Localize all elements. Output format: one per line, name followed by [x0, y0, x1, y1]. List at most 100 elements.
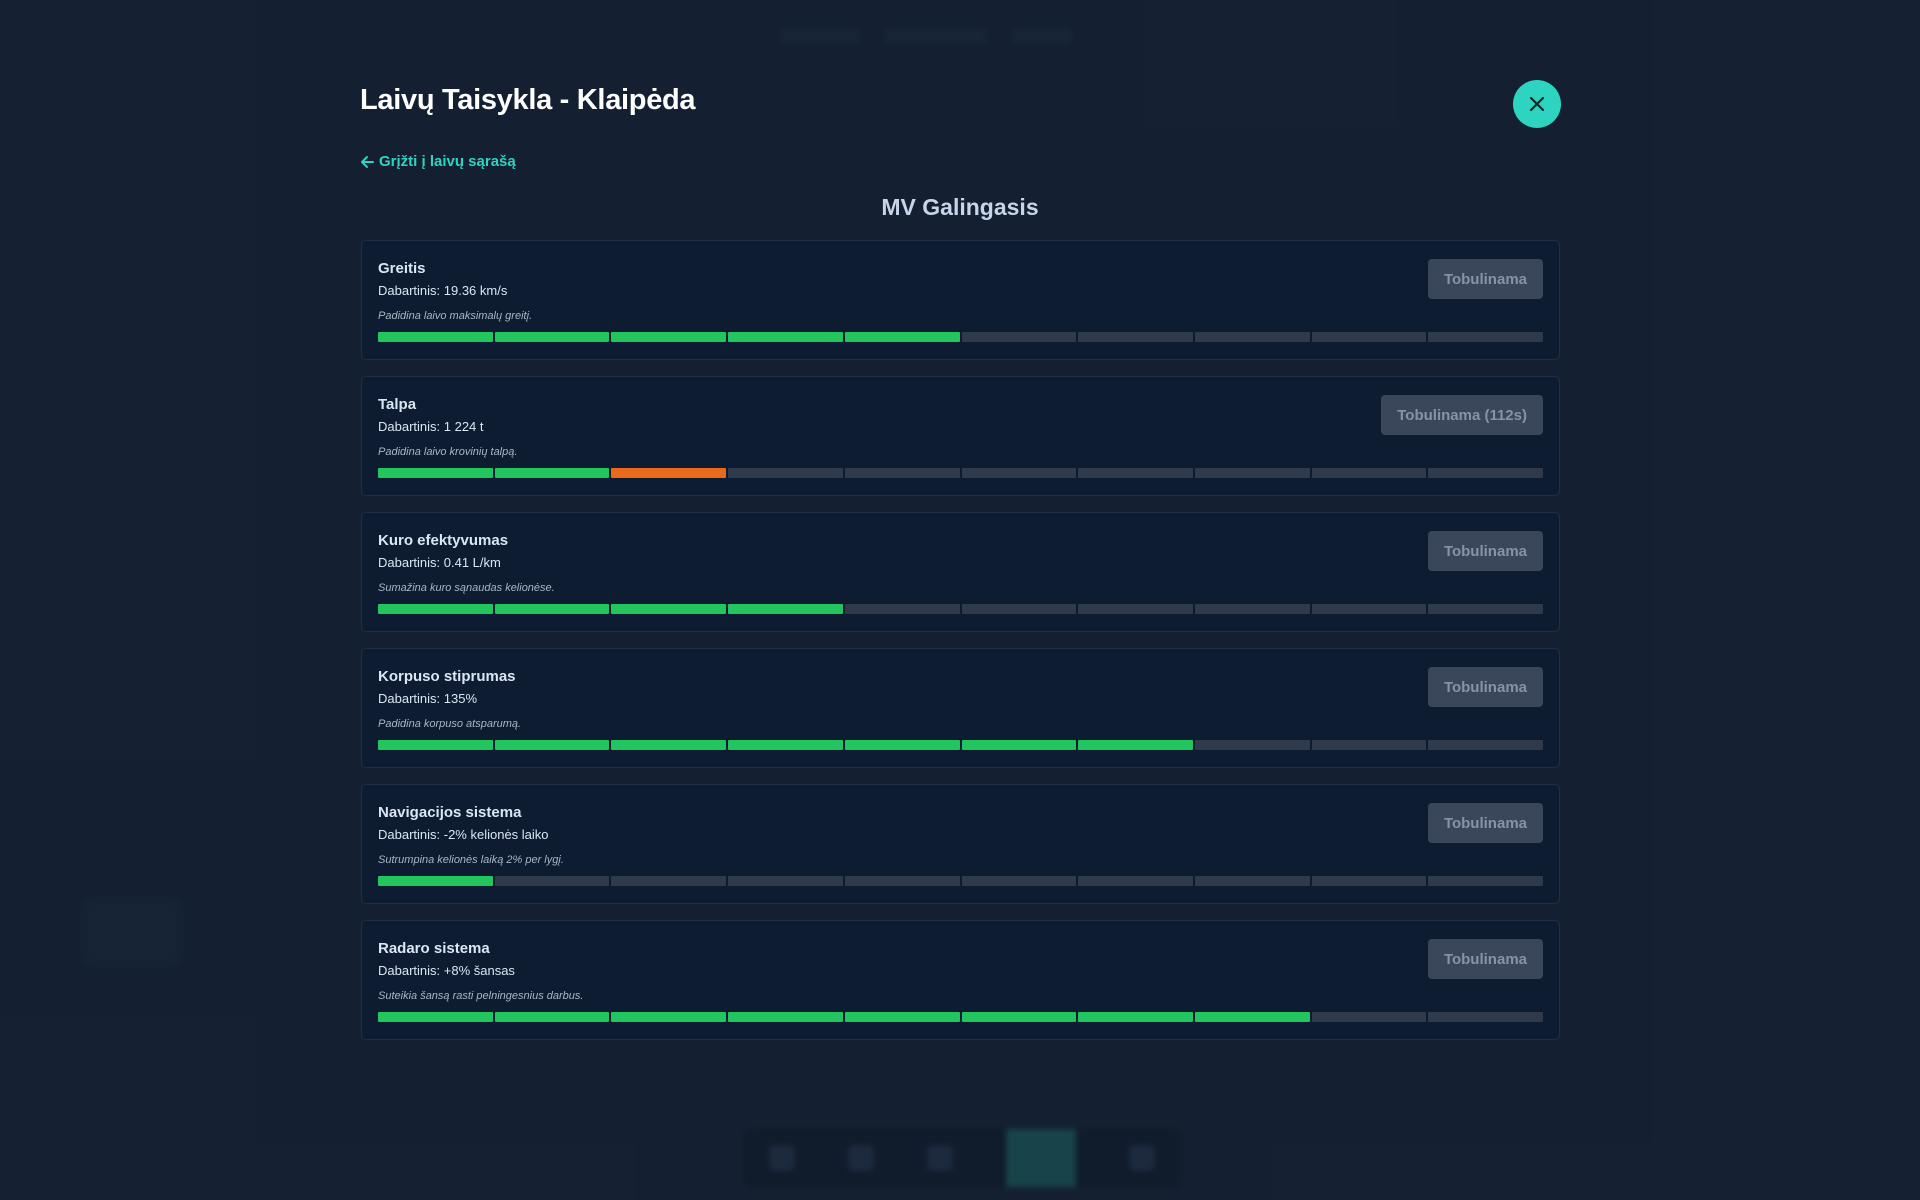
- level-segment-complete: [494, 1012, 610, 1022]
- level-segment-empty: [1428, 876, 1544, 886]
- level-segment-complete: [378, 740, 493, 750]
- upgrade-name: Navigacijos sistema: [378, 804, 522, 821]
- level-segment-empty: [1194, 468, 1310, 478]
- level-segment-complete: [844, 1012, 960, 1022]
- close-icon: [1529, 96, 1545, 112]
- level-segment-empty: [1428, 604, 1544, 614]
- upgrade-current-value: Dabartinis: 0.41 L/km: [378, 555, 501, 570]
- upgrade-name: Greitis: [378, 260, 426, 277]
- back-to-ship-list-link[interactable]: Grįžti į laivų sąrašą: [360, 153, 516, 170]
- upgrade-card-4: Navigacijos sistema Dabartinis: -2% keli…: [361, 784, 1560, 904]
- upgrade-button[interactable]: Tobulinama: [1427, 803, 1543, 843]
- level-segment-complete: [1194, 1012, 1310, 1022]
- shipyard-modal: Laivų Taisykla - Klaipėda Grįžti į laivų…: [360, 0, 1561, 1200]
- upgrade-list: Greitis Dabartinis: 19.36 km/s Padidina …: [361, 240, 1560, 1056]
- level-segment-empty: [961, 604, 1077, 614]
- level-segment-in-progress: [611, 468, 727, 478]
- upgrade-description: Suteikia šansą rasti pelningesnius darbu…: [378, 990, 584, 1002]
- upgrade-level-bar: [378, 876, 1544, 886]
- level-segment-empty: [1194, 740, 1310, 750]
- upgrade-level-bar: [378, 740, 1544, 750]
- level-segment-complete: [611, 604, 727, 614]
- upgrade-card-1: Talpa Dabartinis: 1 224 t Padidina laivo…: [361, 376, 1560, 496]
- level-segment-empty: [1428, 468, 1544, 478]
- level-segment-complete: [844, 332, 960, 342]
- level-segment-complete: [494, 332, 610, 342]
- level-segment-complete: [728, 604, 843, 614]
- level-segment-complete: [611, 332, 727, 342]
- upgrade-button[interactable]: Tobulinama: [1427, 939, 1543, 979]
- level-segment-complete: [494, 740, 610, 750]
- level-segment-complete: [961, 740, 1077, 750]
- level-segment-complete: [728, 1012, 843, 1022]
- level-segment-complete: [1078, 740, 1193, 750]
- upgrade-current-value: Dabartinis: 135%: [378, 691, 477, 706]
- upgrade-description: Sutrumpina kelionės laiką 2% per lygį.: [378, 854, 564, 866]
- level-segment-complete: [378, 876, 493, 886]
- level-segment-empty: [728, 876, 843, 886]
- level-segment-empty: [1428, 332, 1544, 342]
- level-segment-complete: [728, 332, 843, 342]
- upgrade-card-0: Greitis Dabartinis: 19.36 km/s Padidina …: [361, 240, 1560, 360]
- level-segment-empty: [1311, 468, 1427, 478]
- upgrade-level-bar: [378, 468, 1544, 478]
- level-segment-complete: [378, 1012, 493, 1022]
- upgrade-name: Kuro efektyvumas: [378, 532, 509, 549]
- level-segment-empty: [961, 876, 1077, 886]
- level-segment-complete: [494, 468, 610, 478]
- level-segment-empty: [1311, 740, 1427, 750]
- level-segment-complete: [378, 332, 493, 342]
- level-segment-empty: [1311, 604, 1427, 614]
- upgrade-button[interactable]: Tobulinama: [1427, 667, 1543, 707]
- upgrade-current-value: Dabartinis: 1 224 t: [378, 419, 484, 434]
- level-segment-empty: [494, 876, 610, 886]
- upgrade-current-value: Dabartinis: 19.36 km/s: [378, 283, 508, 298]
- upgrade-current-value: Dabartinis: -2% kelionės laiko: [378, 827, 549, 842]
- back-link-label: Grįžti į laivų sąrašą: [379, 153, 516, 170]
- level-segment-empty: [1078, 604, 1193, 614]
- level-segment-empty: [728, 468, 843, 478]
- level-segment-complete: [1078, 1012, 1193, 1022]
- level-segment-complete: [961, 1012, 1077, 1022]
- level-segment-empty: [1311, 1012, 1427, 1022]
- upgrade-card-2: Kuro efektyvumas Dabartinis: 0.41 L/km S…: [361, 512, 1560, 632]
- level-segment-empty: [1194, 604, 1310, 614]
- level-segment-empty: [961, 468, 1077, 478]
- level-segment-empty: [1078, 876, 1193, 886]
- upgrade-level-bar: [378, 604, 1544, 614]
- upgrade-description: Sumažina kuro sąnaudas kelionėse.: [378, 582, 555, 594]
- level-segment-empty: [1311, 876, 1427, 886]
- level-segment-empty: [844, 468, 960, 478]
- level-segment-empty: [961, 332, 1077, 342]
- upgrade-card-5: Radaro sistema Dabartinis: +8% šansas Su…: [361, 920, 1560, 1040]
- level-segment-empty: [844, 876, 960, 886]
- level-segment-complete: [494, 604, 610, 614]
- upgrade-current-value: Dabartinis: +8% šansas: [378, 963, 515, 978]
- level-segment-empty: [1078, 468, 1193, 478]
- level-segment-empty: [1078, 332, 1193, 342]
- upgrade-button[interactable]: Tobulinama (112s): [1381, 395, 1543, 435]
- level-segment-complete: [611, 1012, 727, 1022]
- level-segment-empty: [1428, 1012, 1544, 1022]
- upgrade-card-3: Korpuso stiprumas Dabartinis: 135% Padid…: [361, 648, 1560, 768]
- upgrade-name: Korpuso stiprumas: [378, 668, 516, 685]
- upgrade-button[interactable]: Tobulinama: [1427, 531, 1543, 571]
- upgrade-description: Padidina laivo maksimalų greitį.: [378, 310, 533, 322]
- upgrade-description: Padidina laivo krovinių talpą.: [378, 446, 518, 458]
- upgrade-button[interactable]: Tobulinama: [1427, 259, 1543, 299]
- upgrade-name: Talpa: [378, 396, 417, 413]
- arrow-left-icon: [361, 155, 374, 168]
- level-segment-empty: [1194, 876, 1310, 886]
- upgrade-level-bar: [378, 1012, 1544, 1022]
- level-segment-empty: [844, 604, 960, 614]
- level-segment-empty: [1311, 332, 1427, 342]
- level-segment-complete: [611, 740, 727, 750]
- upgrade-name: Radaro sistema: [378, 940, 490, 957]
- level-segment-empty: [1428, 740, 1544, 750]
- close-button[interactable]: [1513, 80, 1561, 128]
- level-segment-complete: [378, 468, 493, 478]
- level-segment-empty: [1194, 332, 1310, 342]
- level-segment-complete: [728, 740, 843, 750]
- level-segment-complete: [844, 740, 960, 750]
- level-segment-complete: [378, 604, 493, 614]
